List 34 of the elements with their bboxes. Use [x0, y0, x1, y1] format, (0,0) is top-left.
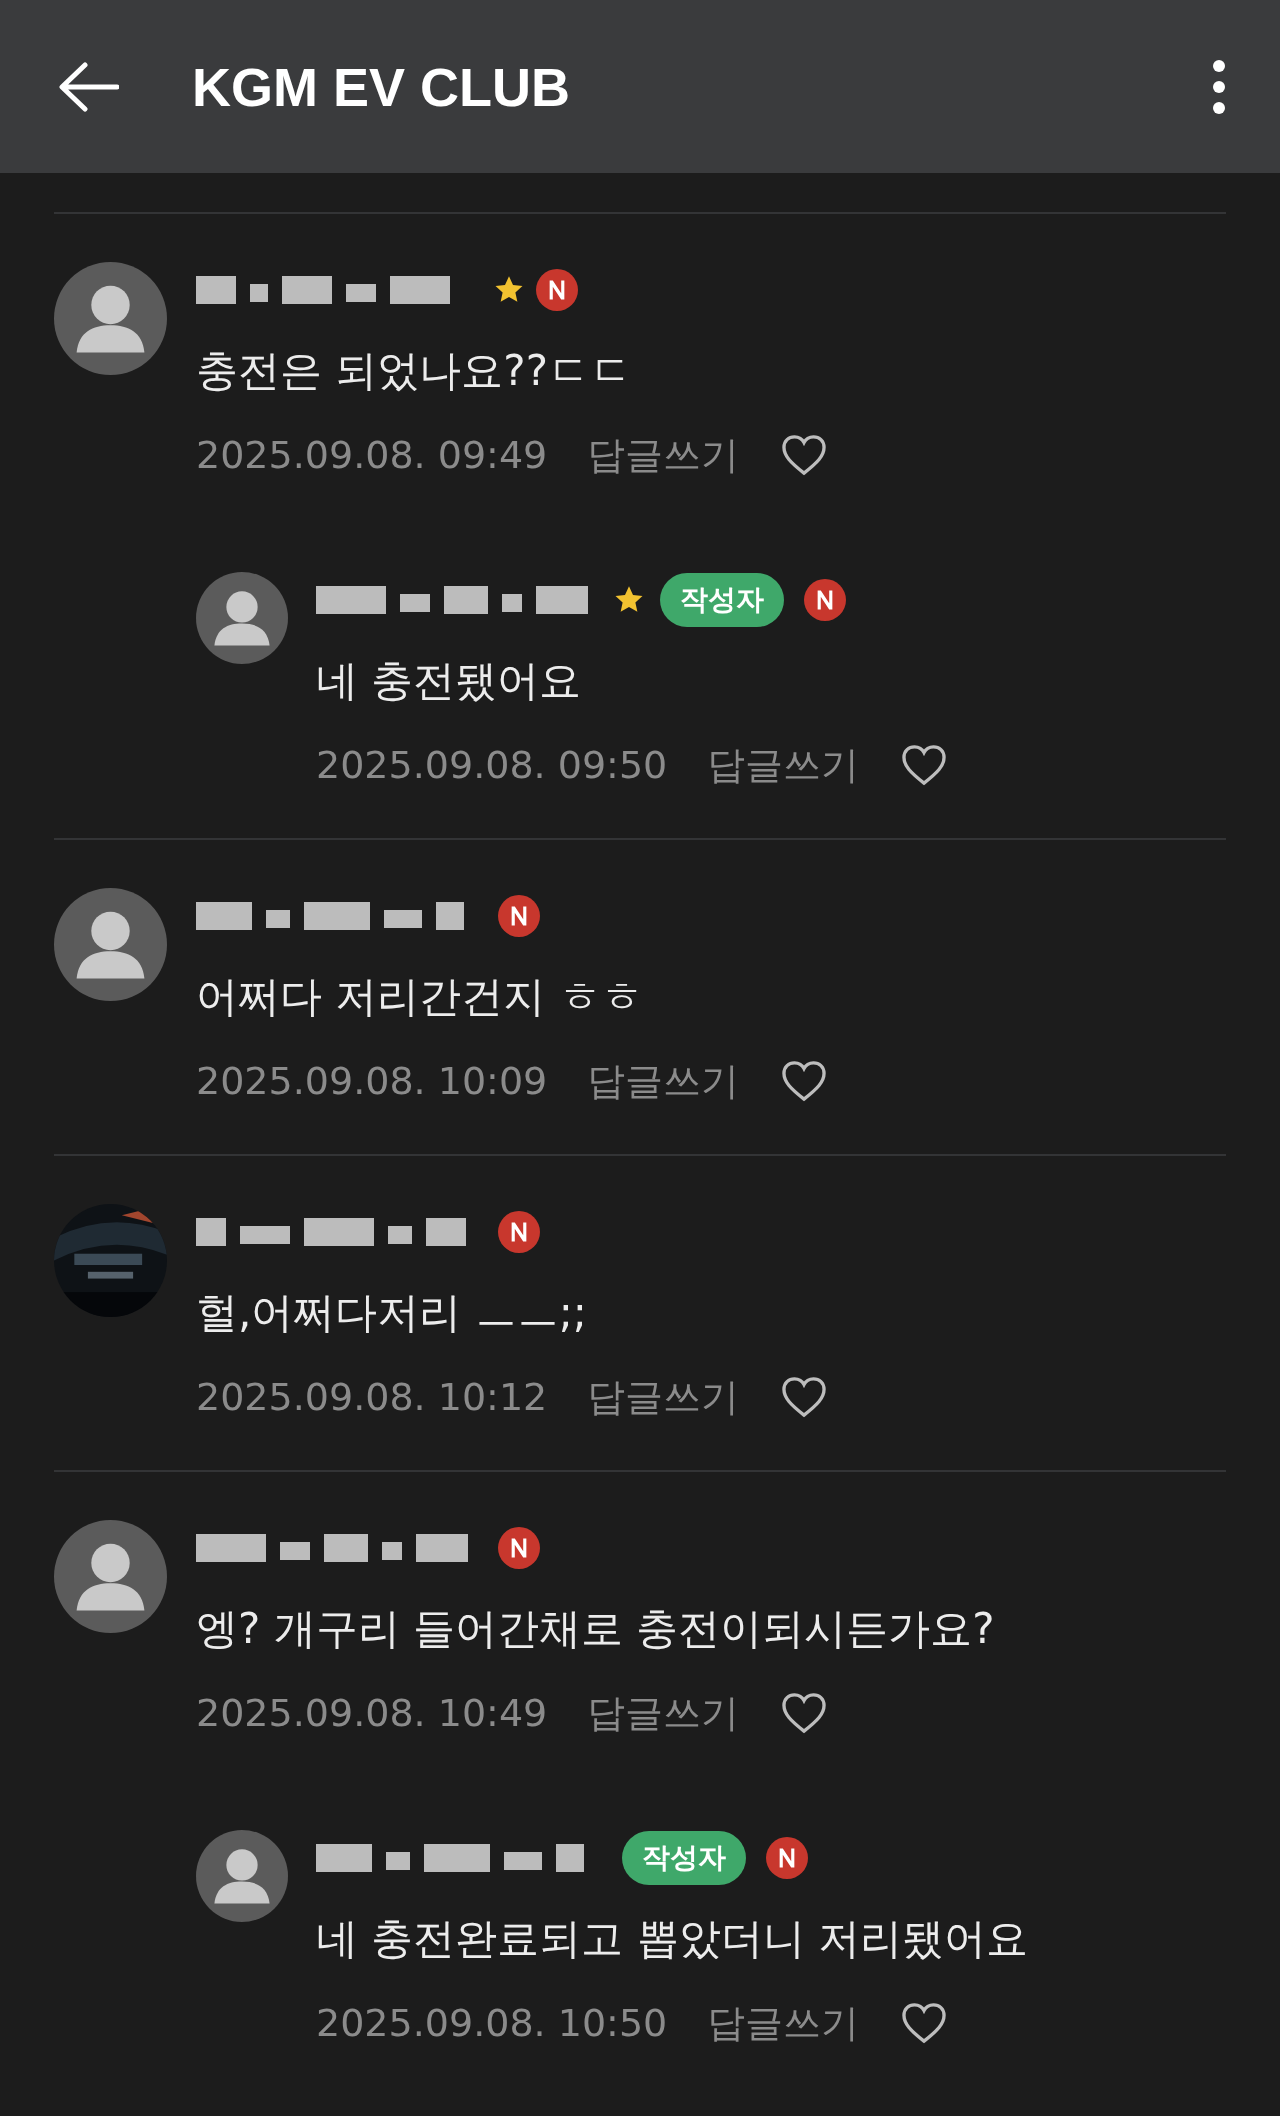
comment-date: 2025.09.08. 10:49 — [196, 1691, 548, 1735]
more-options-icon[interactable] — [1212, 58, 1226, 115]
comment-text: 헐,어쩌다저리 ㅡㅡ;; — [196, 1287, 588, 1339]
avatar-icon[interactable] — [54, 1520, 167, 1633]
comment-text: 네 충전됐어요 — [316, 655, 583, 707]
comment-text: 엥? 개구리 들어간채로 충전이되시든가요? — [196, 1603, 995, 1655]
reply-link[interactable]: 답글쓰기 — [587, 1055, 740, 1107]
author-badge: 작성자 — [660, 573, 784, 627]
reply-link[interactable]: 답글쓰기 — [587, 1371, 740, 1423]
comment-text: 네 충전완료되고 뽑았더니 저리됐어요 — [316, 1913, 1029, 1965]
reply-link[interactable]: 답글쓰기 — [707, 1997, 860, 2049]
page-title: KGM EV CLUB — [192, 55, 571, 118]
comment-text: 충전은 되었나요??ㄷㄷ — [196, 345, 633, 397]
comment-date: 2025.09.08. 10:09 — [196, 1059, 548, 1103]
avatar-icon[interactable] — [196, 1830, 288, 1922]
reply-link[interactable]: 답글쓰기 — [707, 739, 860, 791]
reply-link[interactable]: 답글쓰기 — [587, 1687, 740, 1739]
avatar-icon[interactable] — [54, 888, 167, 1001]
avatar-icon[interactable] — [54, 262, 167, 375]
comment-date: 2025.09.08. 10:50 — [316, 2001, 668, 2045]
comment-date: 2025.09.08. 09:50 — [316, 743, 668, 787]
comment-text: 어쩌다 저리간건지 ㅎㅎ — [196, 971, 644, 1023]
comment-date: 2025.09.08. 09:49 — [196, 433, 548, 477]
heart-icon[interactable] — [781, 434, 828, 476]
heart-icon[interactable] — [901, 744, 948, 786]
author-badge: 작성자 — [622, 1831, 746, 1885]
avatar-icon[interactable] — [196, 572, 288, 664]
comment-date: 2025.09.08. 10:12 — [196, 1375, 548, 1419]
back-icon[interactable] — [57, 61, 119, 112]
heart-icon[interactable] — [781, 1692, 828, 1734]
heart-icon[interactable] — [781, 1060, 828, 1102]
reply-link[interactable]: 답글쓰기 — [587, 429, 740, 481]
heart-icon[interactable] — [901, 2002, 948, 2044]
heart-icon[interactable] — [781, 1376, 828, 1418]
